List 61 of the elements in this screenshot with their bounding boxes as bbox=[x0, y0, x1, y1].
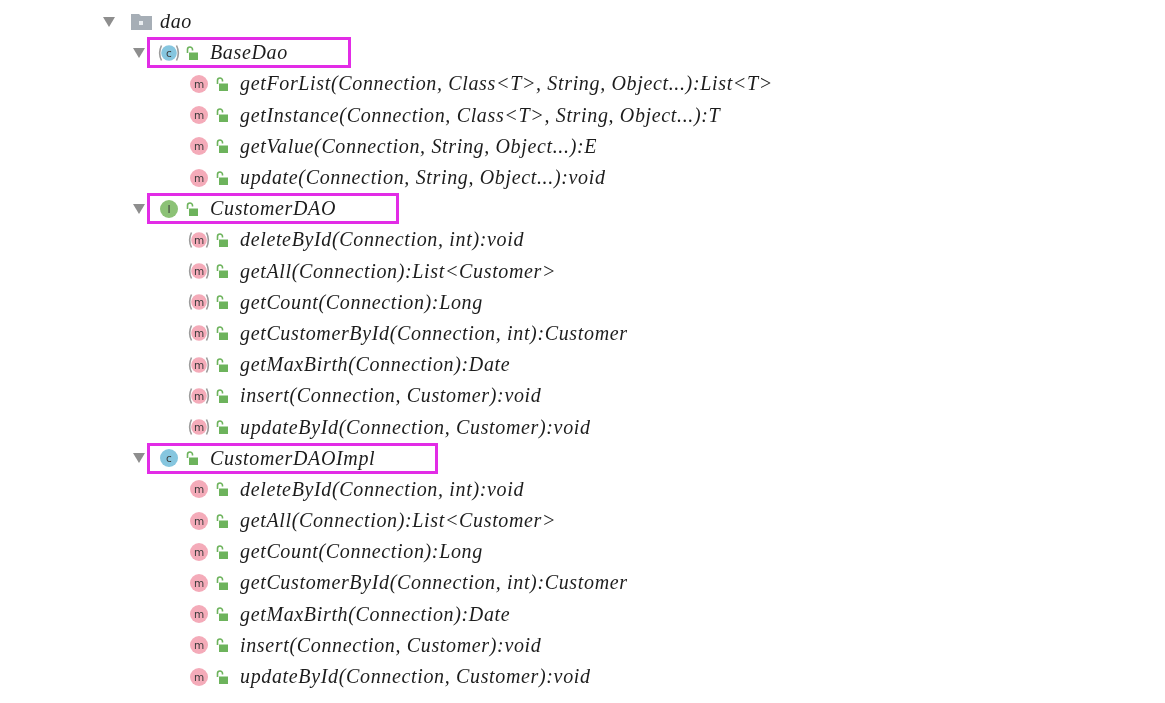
padlock-icon bbox=[216, 575, 228, 590]
padlock-icon bbox=[186, 451, 198, 466]
method-icon: m bbox=[187, 541, 211, 562]
interface-icon: I bbox=[157, 198, 181, 219]
padlock-icon bbox=[216, 264, 228, 279]
padlock-icon bbox=[216, 108, 228, 123]
folder-icon bbox=[131, 13, 152, 30]
tree-node-label[interactable]: getForList(Connection, Class<T>, String, Object...):List<T> bbox=[240, 72, 773, 96]
method-icon: m bbox=[187, 666, 211, 687]
tree-node-label[interactable]: getValue(Connection, String, Object...):E bbox=[240, 134, 598, 158]
tree-node-label[interactable]: dao bbox=[160, 10, 192, 34]
method-icon: m bbox=[187, 136, 211, 157]
method-icon: m bbox=[187, 510, 211, 531]
method-icon: m bbox=[187, 635, 211, 656]
method-icon: m bbox=[187, 167, 211, 188]
padlock-icon bbox=[216, 170, 228, 185]
tree-node-label[interactable]: CustomerDAO bbox=[210, 197, 337, 221]
tree-node-label[interactable]: insert(Connection, Customer):void bbox=[240, 633, 542, 657]
disclosure-triangle-icon[interactable] bbox=[132, 202, 146, 215]
tree-node-label[interactable]: getAll(Connection):List<Customer> bbox=[240, 509, 557, 533]
tree-node-label[interactable]: updateById(Connection, Customer):void bbox=[240, 415, 591, 439]
tree-node-label[interactable]: insert(Connection, Customer):void bbox=[240, 384, 542, 408]
disclosure-triangle-icon[interactable] bbox=[132, 46, 146, 59]
padlock-icon bbox=[216, 513, 228, 528]
tree-node-label[interactable]: getAll(Connection):List<Customer> bbox=[240, 259, 557, 283]
padlock-icon bbox=[216, 669, 228, 684]
method-icon: m bbox=[187, 73, 211, 94]
tree-node-label[interactable]: deleteById(Connection, int):void bbox=[240, 477, 525, 501]
disclosure-triangle-icon[interactable] bbox=[102, 15, 116, 28]
tree-node-label[interactable]: getInstance(Connection, Class<T>, String, Object...):T bbox=[240, 103, 721, 127]
padlock-icon bbox=[186, 201, 198, 216]
tree-node-label[interactable]: getCustomerById(Connection, int):Customer bbox=[240, 321, 628, 345]
padlock-icon bbox=[216, 295, 228, 310]
padlock-icon bbox=[216, 607, 228, 622]
tree-node-label[interactable]: getCount(Connection):Long bbox=[240, 540, 483, 564]
padlock-icon bbox=[216, 638, 228, 653]
padlock-icon bbox=[216, 388, 228, 403]
tree-node-label[interactable]: getMaxBirth(Connection):Date bbox=[240, 353, 511, 377]
tree-node-label[interactable]: CustomerDAOImpl bbox=[210, 446, 376, 470]
tree-node-label[interactable]: BaseDao bbox=[210, 41, 288, 65]
class-icon: c bbox=[157, 448, 181, 469]
padlock-icon bbox=[216, 76, 228, 91]
tree-node-label[interactable]: deleteById(Connection, int):void bbox=[240, 228, 525, 252]
padlock-icon bbox=[216, 139, 228, 154]
tree-node-label[interactable]: getCount(Connection):Long bbox=[240, 290, 483, 314]
padlock-icon bbox=[186, 45, 198, 60]
disclosure-triangle-icon[interactable] bbox=[132, 452, 146, 465]
tree-node-label[interactable]: getCustomerById(Connection, int):Customer bbox=[240, 571, 628, 595]
tree-node-label[interactable]: updateById(Connection, Customer):void bbox=[240, 665, 591, 689]
padlock-icon bbox=[216, 326, 228, 341]
method-icon: m bbox=[187, 105, 211, 126]
padlock-icon bbox=[216, 357, 228, 372]
method-icon: m bbox=[187, 572, 211, 593]
padlock-icon bbox=[216, 482, 228, 497]
padlock-icon bbox=[216, 420, 228, 435]
method-icon: m bbox=[187, 479, 211, 500]
tree-node-label[interactable]: update(Connection, String, Object...):void bbox=[240, 166, 606, 190]
padlock-icon bbox=[216, 544, 228, 559]
tree-node-label[interactable]: getMaxBirth(Connection):Date bbox=[240, 602, 511, 626]
method-icon: m bbox=[187, 604, 211, 625]
padlock-icon bbox=[216, 232, 228, 247]
